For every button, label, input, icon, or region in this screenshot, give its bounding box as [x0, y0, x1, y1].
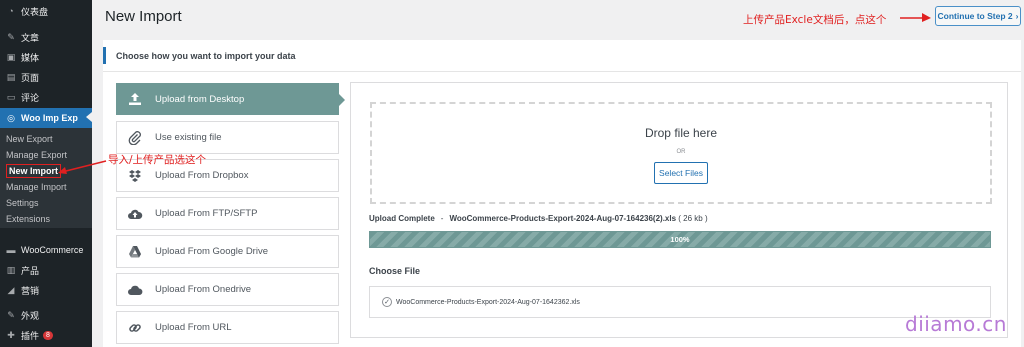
chevron-right-icon: ›	[1015, 11, 1019, 21]
cloud-icon	[127, 282, 143, 298]
import-annotation-text: 导入/上传产品选这个	[108, 154, 207, 166]
upload-icon	[127, 91, 143, 107]
option-ftp[interactable]: Upload From FTP/SFTP	[116, 197, 339, 230]
sidebar-item-plugins[interactable]: ✚ 插件 8	[0, 326, 92, 344]
submenu-extensions[interactable]: Extensions	[0, 211, 92, 227]
uploaded-filename: WooCommerce-Products-Export-2024-Aug-07-…	[449, 214, 677, 223]
sidebar-item-pages[interactable]: ▤ 页面	[0, 68, 92, 86]
sidebar-item-woocommerce[interactable]: ▬ WooCommerce	[0, 241, 92, 259]
file-dropzone[interactable]: Drop file here OR Select Files	[370, 102, 992, 204]
paperclip-icon	[127, 130, 143, 146]
sidebar-item-label: 评论	[21, 92, 40, 103]
continue-label: Continue to Step 2	[937, 11, 1013, 21]
sidebar-item-appearance[interactable]: ✎ 外观	[0, 306, 92, 324]
comments-icon: ▭	[6, 91, 16, 102]
google-drive-icon	[127, 244, 143, 260]
page-title: New Import	[105, 8, 182, 25]
red-arrow-icon	[900, 13, 931, 22]
chosen-filename: WooCommerce-Products-Export-2024-Aug-07-…	[396, 298, 580, 306]
dropbox-icon	[127, 168, 143, 184]
woo-imp-exp-icon: ◎	[7, 112, 15, 123]
cloud-upload-icon	[127, 206, 143, 222]
option-onedrive[interactable]: Upload From Onedrive	[116, 273, 339, 306]
sidebar-item-label: 营销	[21, 285, 40, 296]
sidebar-item-label: 文章	[21, 32, 40, 43]
upload-area: Drop file here OR Select Files Upload Co…	[350, 82, 1008, 338]
sidebar-item-woo-imp-exp[interactable]: ◎ Woo Imp Exp	[0, 108, 92, 128]
sidebar-item-label: 仪表盘	[21, 6, 49, 17]
marketing-icon: ◢	[7, 284, 15, 295]
option-label: Upload From Dropbox	[155, 170, 249, 181]
option-label: Upload From Onedrive	[155, 284, 252, 295]
option-label: Upload from Desktop	[155, 93, 245, 105]
sidebar-item-label: 外观	[21, 310, 40, 321]
sidebar-item-products[interactable]: ▥ 产品	[0, 261, 92, 279]
option-upload-desktop[interactable]: Upload from Desktop	[116, 83, 345, 115]
file-size: ( 26 kb )	[678, 214, 708, 223]
red-arrow-icon	[58, 160, 107, 174]
sidebar-item-posts[interactable]: ✎ 文章	[0, 28, 92, 46]
sidebar-item-comments[interactable]: ▭ 评论	[0, 88, 92, 106]
sidebar-item-label: 媒体	[21, 52, 40, 63]
import-panel: Choose how you want to import your data …	[103, 40, 1021, 347]
sidebar-item-dashboard[interactable]: ◔ 仪表盘	[0, 2, 92, 20]
upload-status: Upload Complete - WooCommerce-Products-Exp…	[369, 214, 708, 223]
sidebar-item-label: 产品	[21, 265, 40, 276]
submenu-manage-import[interactable]: Manage Import	[0, 179, 92, 195]
appearance-icon: ✎	[7, 309, 15, 320]
dashboard-icon: ◔	[8, 5, 14, 16]
sidebar-item-media[interactable]: ▣ 媒体	[0, 48, 92, 66]
upload-status-label: Upload Complete	[369, 214, 435, 223]
select-files-button[interactable]: Select Files	[654, 162, 708, 184]
divider	[103, 71, 1021, 72]
sidebar-item-label: 页面	[21, 72, 40, 83]
woocommerce-icon: ▬	[6, 244, 16, 255]
panel-heading: Choose how you want to import your data	[103, 47, 1021, 64]
choose-file-title: Choose File	[369, 266, 421, 276]
file-choice[interactable]: ✓ WooCommerce-Products-Export-2024-Aug-0…	[369, 286, 991, 318]
step2-annotation-text: 上传产品Excle文档后，点这个	[743, 14, 887, 26]
sidebar-item-label: Woo Imp Exp	[21, 113, 78, 123]
submenu-settings[interactable]: Settings	[0, 195, 92, 211]
option-label: Upload From URL	[155, 322, 232, 333]
option-google-drive[interactable]: Upload From Google Drive	[116, 235, 339, 268]
media-icon: ▣	[6, 51, 16, 62]
option-existing-file[interactable]: Use existing file	[116, 121, 339, 154]
dropzone-or: OR	[676, 149, 686, 155]
sidebar-item-label: 插件	[21, 330, 40, 341]
option-label: Upload From Google Drive	[155, 246, 268, 257]
link-icon	[127, 320, 143, 336]
continue-to-step-2-button[interactable]: Continue to Step 2 ›	[935, 6, 1021, 26]
dropzone-title: Drop file here	[644, 126, 718, 140]
pages-icon: ▤	[6, 71, 16, 82]
products-icon: ▥	[6, 264, 16, 275]
plugins-icon: ✚	[7, 329, 15, 340]
option-label: Upload From FTP/SFTP	[155, 208, 258, 219]
pin-icon: ✎	[7, 31, 15, 42]
progress-fill: 100%	[370, 232, 990, 247]
check-icon: ✓	[382, 297, 392, 307]
submenu-new-export[interactable]: New Export	[0, 131, 92, 147]
option-label: Use existing file	[155, 132, 222, 143]
sidebar-item-label: WooCommerce	[21, 245, 84, 255]
watermark-text: diiamo.cn	[905, 312, 1007, 336]
upload-progress-bar: 100%	[369, 231, 991, 248]
option-url[interactable]: Upload From URL	[116, 311, 339, 344]
sidebar-item-marketing[interactable]: ◢ 营销	[0, 281, 92, 299]
update-count-badge: 8	[43, 330, 53, 340]
upload-status-dash: -	[440, 214, 444, 223]
